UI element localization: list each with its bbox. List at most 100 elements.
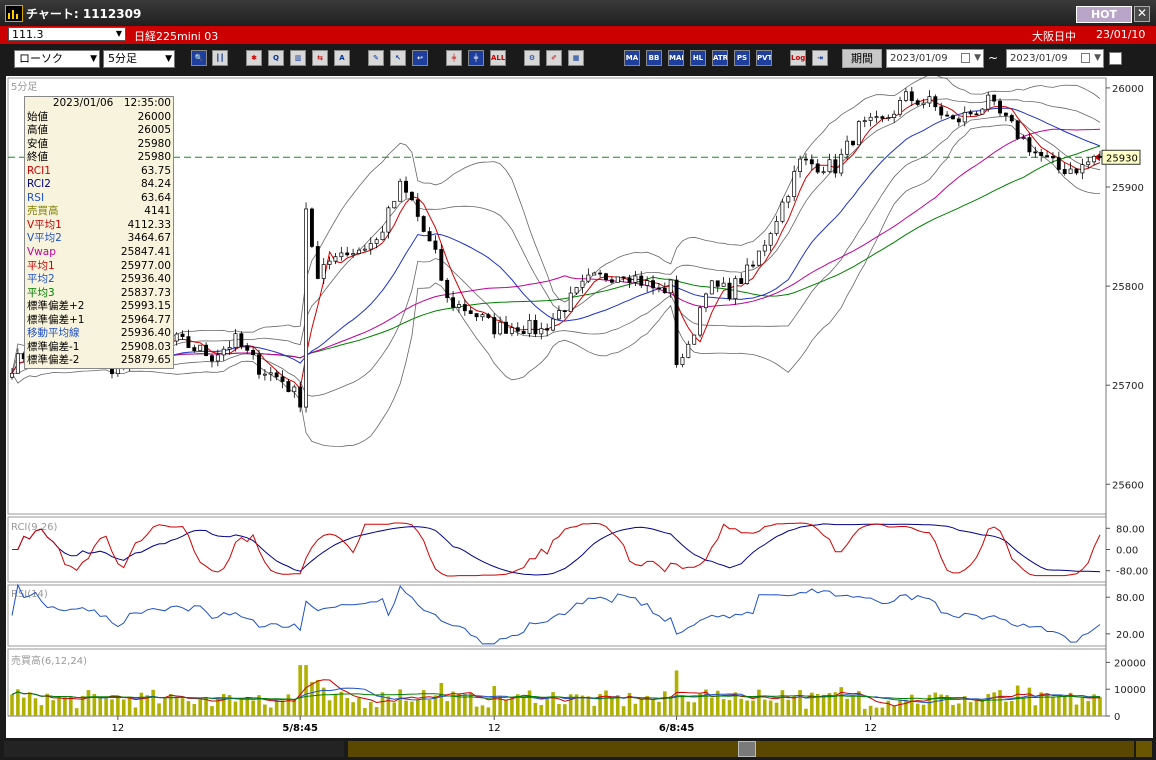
volume-bar: [1033, 705, 1038, 716]
info-row: RCI1 63.75: [27, 165, 171, 179]
arrows-icon[interactable]: ⇆: [312, 50, 328, 66]
volume-bar: [592, 705, 597, 716]
volume-bar: [333, 693, 338, 716]
volume-bar: [880, 707, 885, 716]
hl-icon[interactable]: HL: [690, 50, 706, 66]
volume-bar: [27, 692, 32, 716]
info-value: 25847.41: [120, 246, 171, 259]
candle-body: [803, 158, 808, 161]
scroll-thumb[interactable]: [738, 741, 756, 757]
brush-icon[interactable]: ✐: [546, 50, 562, 66]
volume-bar: [933, 692, 938, 716]
candle-body: [939, 106, 944, 116]
volume-bar: [86, 690, 91, 716]
interval-select[interactable]: 5分足 ▼: [103, 50, 175, 68]
date-from-input[interactable]: 2023/01/09 ▼: [886, 49, 984, 68]
volume-bar: [451, 691, 455, 716]
period-checkbox[interactable]: [1109, 52, 1122, 65]
gear-icon[interactable]: ⚙: [524, 50, 540, 66]
volume-bar: [1086, 700, 1091, 716]
info-panel: 2023/01/06 12:35:00 始値 26000 高値 26005 安値 2598…: [24, 96, 174, 369]
candle-body: [739, 278, 744, 284]
date-to-input[interactable]: 2023/01/09 ▼: [1006, 49, 1104, 68]
candle-down-icon[interactable]: ╪: [468, 50, 484, 66]
calendar-icon[interactable]: [961, 53, 970, 63]
stamp-icon[interactable]: ✱: [246, 50, 262, 66]
period-button[interactable]: 期間: [842, 49, 882, 68]
candle-body: [692, 334, 697, 345]
bars-icon[interactable]: ┃┃: [212, 50, 228, 66]
ps-icon[interactable]: PS: [734, 50, 750, 66]
rsi-tick-label: 80.00: [1116, 593, 1145, 604]
candle-body: [545, 328, 550, 331]
candle-up-icon[interactable]: ╪: [446, 50, 462, 66]
bb-icon[interactable]: BB: [646, 50, 662, 66]
info-key: 標準偏差-1: [27, 340, 80, 353]
info-key: 始値: [27, 110, 48, 123]
volume-bar: [16, 689, 20, 716]
info-value: 25964.77: [120, 313, 171, 326]
candle-body: [1045, 155, 1050, 157]
zoom-icon[interactable]: 🔍: [191, 50, 207, 66]
export-icon[interactable]: ⇥: [812, 50, 828, 66]
candle-body: [198, 344, 203, 351]
lens-icon[interactable]: Q: [268, 50, 284, 66]
candle-body: [210, 355, 214, 362]
text-icon[interactable]: A: [334, 50, 350, 66]
volume-bar: [957, 703, 961, 716]
chart-area[interactable]: 5分足 RCI(9,26) RSI(14) 売買高(6,12,24) 25600 2570…: [6, 74, 1153, 738]
toolbar: ローソク ▼ 5分足 ▼ 🔍 ┃┃ ✱ Q ▥ ⇆ A ✎ ↖ ↩ ╪ ╪ ALL ⚙ ✐ ▦ MA BB MAE H…: [0, 44, 1156, 74]
volume-bar: [304, 665, 308, 716]
candle-body: [898, 100, 902, 115]
calendar-icon[interactable]: [1081, 53, 1090, 63]
mae-icon[interactable]: MAE: [668, 50, 684, 66]
volume-bar: [1074, 704, 1079, 716]
pen-icon[interactable]: ✎: [368, 50, 384, 66]
chevron-down-icon: ▼: [90, 54, 97, 64]
candle-body: [439, 249, 444, 281]
volume-bar: [710, 697, 714, 716]
hot-button[interactable]: HOT: [1076, 6, 1132, 23]
bar-chart-icon[interactable]: ▥: [290, 50, 306, 66]
time-tick-label: 5/8:45: [282, 723, 318, 734]
volume-bar: [768, 700, 773, 716]
candle-body: [509, 327, 514, 334]
return-icon[interactable]: ↩: [412, 50, 428, 66]
candle-body: [686, 343, 691, 358]
close-icon[interactable]: ✕: [1134, 6, 1150, 22]
volume-bar: [874, 707, 879, 716]
ma-icon[interactable]: MA: [624, 50, 640, 66]
candle-body: [392, 200, 397, 209]
volume-bar: [121, 699, 126, 716]
chart-svg[interactable]: 5分足RCI(9,26)RSI(14)売買高(6,12,24)256002570…: [6, 74, 1153, 738]
all-icon[interactable]: ALL: [490, 50, 506, 66]
palette-icon[interactable]: ▦: [568, 50, 584, 66]
volume-bar: [604, 690, 608, 716]
volume-bar: [580, 695, 585, 716]
info-row: 平均1 25977.00: [27, 260, 171, 274]
chevron-down-icon: ▼: [115, 29, 123, 38]
candle-body: [333, 256, 338, 262]
chevron-down-icon: ▼: [974, 53, 981, 63]
candle-body: [468, 310, 473, 314]
candle-body: [180, 333, 185, 337]
info-key: V平均1: [27, 218, 62, 231]
candle-body: [174, 333, 179, 342]
candle-body: [845, 140, 850, 155]
candle-body: [262, 373, 267, 376]
time-scrollbar[interactable]: [0, 738, 1156, 760]
volume-bar: [74, 708, 79, 716]
cursor-icon[interactable]: ↖: [390, 50, 406, 66]
scroll-end[interactable]: [1136, 741, 1152, 757]
candle-body: [462, 304, 467, 312]
log-icon[interactable]: Log: [790, 50, 806, 66]
volume-bar: [527, 690, 532, 716]
candle-body: [474, 313, 479, 318]
candle-body: [786, 196, 791, 203]
symbol-code-select[interactable]: 111.3 ▼: [8, 27, 126, 41]
candle-body: [1074, 168, 1079, 174]
atr-icon[interactable]: ATR: [712, 50, 728, 66]
pvt-icon[interactable]: PVT: [756, 50, 772, 66]
chart-type-select[interactable]: ローソク ▼: [14, 50, 100, 68]
candle-body: [204, 344, 209, 356]
